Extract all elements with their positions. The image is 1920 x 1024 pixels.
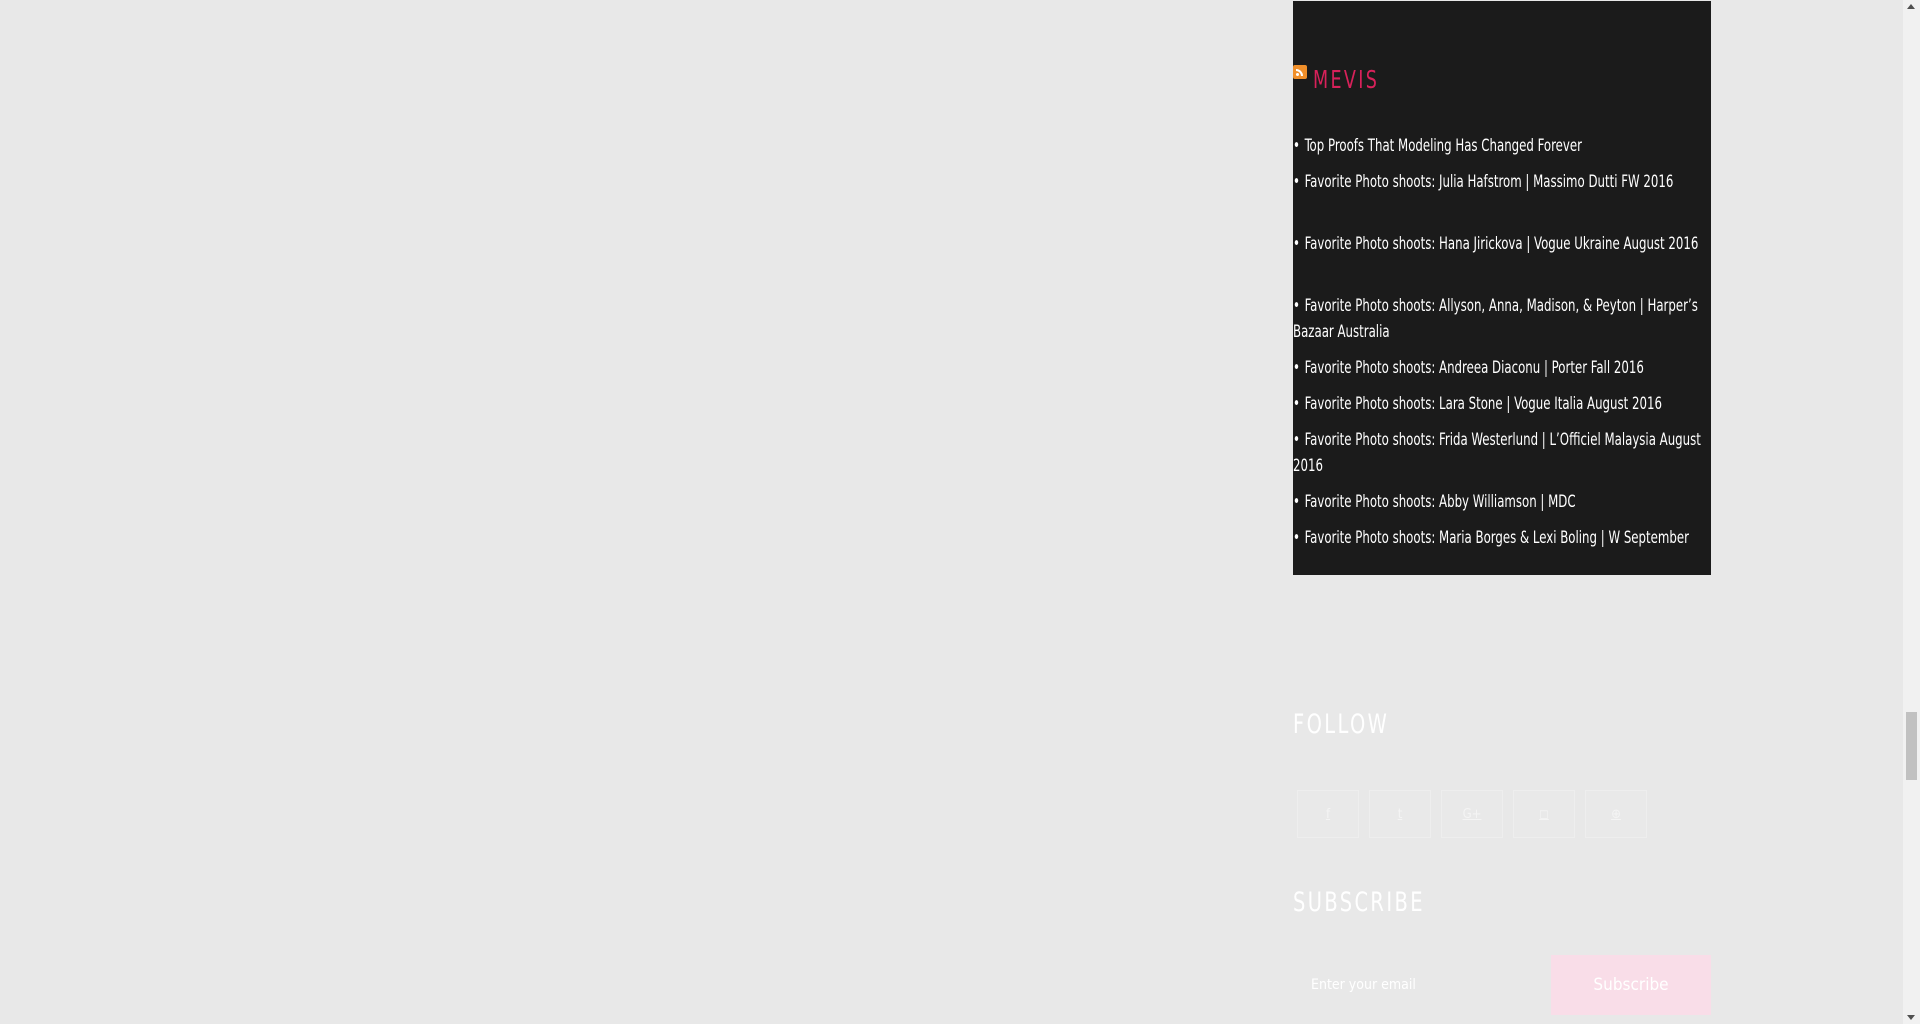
subscribe-button[interactable]: Subscribe	[1551, 955, 1711, 1015]
rss-item-link[interactable]: Favorite Photo shoots: Allyson, Anna, Ma…	[1293, 296, 1698, 342]
subscribe-form: Subscribe	[1293, 955, 1711, 1015]
list-item: • Favorite Photo shoots: Lara Stone | Vog…	[1293, 394, 1662, 414]
rss-item-link[interactable]: Favorite Photo shoots: Maria Borges & Le…	[1305, 528, 1689, 548]
list-item: • Favorite Photo shoots: Julia Hafstrom |…	[1293, 172, 1674, 192]
instagram-icon[interactable]: ◻	[1513, 790, 1575, 838]
rss-list: • Top Proofs That Modeling Has Changed Fo…	[1293, 133, 1711, 587]
rss-item-link[interactable]: Favorite Photo shoots: Andreea Diaconu |…	[1305, 358, 1644, 378]
list-item: • Favorite Photo shoots: Maria Borges & L…	[1293, 528, 1689, 548]
page-scrollbar[interactable]	[1903, 0, 1920, 1024]
email-field[interactable]	[1293, 955, 1551, 1015]
rss-item-link[interactable]: Favorite Photo shoots: Hana Jirickova | …	[1305, 234, 1699, 254]
facebook-icon[interactable]: f	[1297, 790, 1359, 838]
list-item: • Favorite Photo shoots: Frida Westerlund…	[1293, 430, 1701, 476]
scroll-up-icon[interactable]	[1907, 4, 1915, 9]
rss-feed-icon[interactable]	[1293, 65, 1307, 79]
rss-widget: MEVIS • Top Proofs That Modeling Has Chan…	[1293, 1, 1711, 575]
page: MEVIS • Top Proofs That Modeling Has Chan…	[0, 0, 1920, 1024]
rss-item-link[interactable]: Favorite Photo shoots: Frida Westerlund …	[1293, 430, 1701, 476]
list-item: • Favorite Photo shoots: Abby Williamson …	[1293, 492, 1576, 512]
rss-item-link[interactable]: Favorite Photo shoots: Lara Stone | Vogu…	[1305, 394, 1662, 414]
twitter-icon[interactable]: t	[1369, 790, 1431, 838]
rss-title-link[interactable]: MEVIS	[1313, 65, 1379, 95]
list-item: • Favorite Photo shoots: Allyson, Anna, M…	[1293, 296, 1698, 342]
rss-item-link[interactable]: Favorite Photo shoots: Julia Hafstrom | …	[1305, 172, 1674, 192]
list-item: • Favorite Photo shoots: Hana Jirickova |…	[1293, 234, 1699, 254]
pinterest-icon[interactable]: ⊕	[1585, 790, 1647, 838]
google-plus-icon[interactable]: G+	[1441, 790, 1503, 838]
rss-widget-title: MEVIS	[1293, 65, 1398, 95]
list-item: • Top Proofs That Modeling Has Changed Fo…	[1293, 136, 1582, 156]
follow-title: FOLLOW	[1293, 709, 1390, 740]
rss-item-link[interactable]: Favorite Photo shoots: Abby Williamson |…	[1305, 492, 1576, 512]
list-item: • Favorite Photo shoots: Andreea Diaconu …	[1293, 358, 1644, 378]
scroll-down-icon[interactable]	[1907, 1015, 1915, 1020]
social-links: f t G+ ◻ ⊕	[1297, 790, 1647, 838]
rss-item-link[interactable]: Top Proofs That Modeling Has Changed For…	[1305, 136, 1582, 156]
subscribe-title: SUBSCRIBE	[1293, 887, 1425, 918]
scrollbar-thumb[interactable]	[1906, 712, 1917, 780]
